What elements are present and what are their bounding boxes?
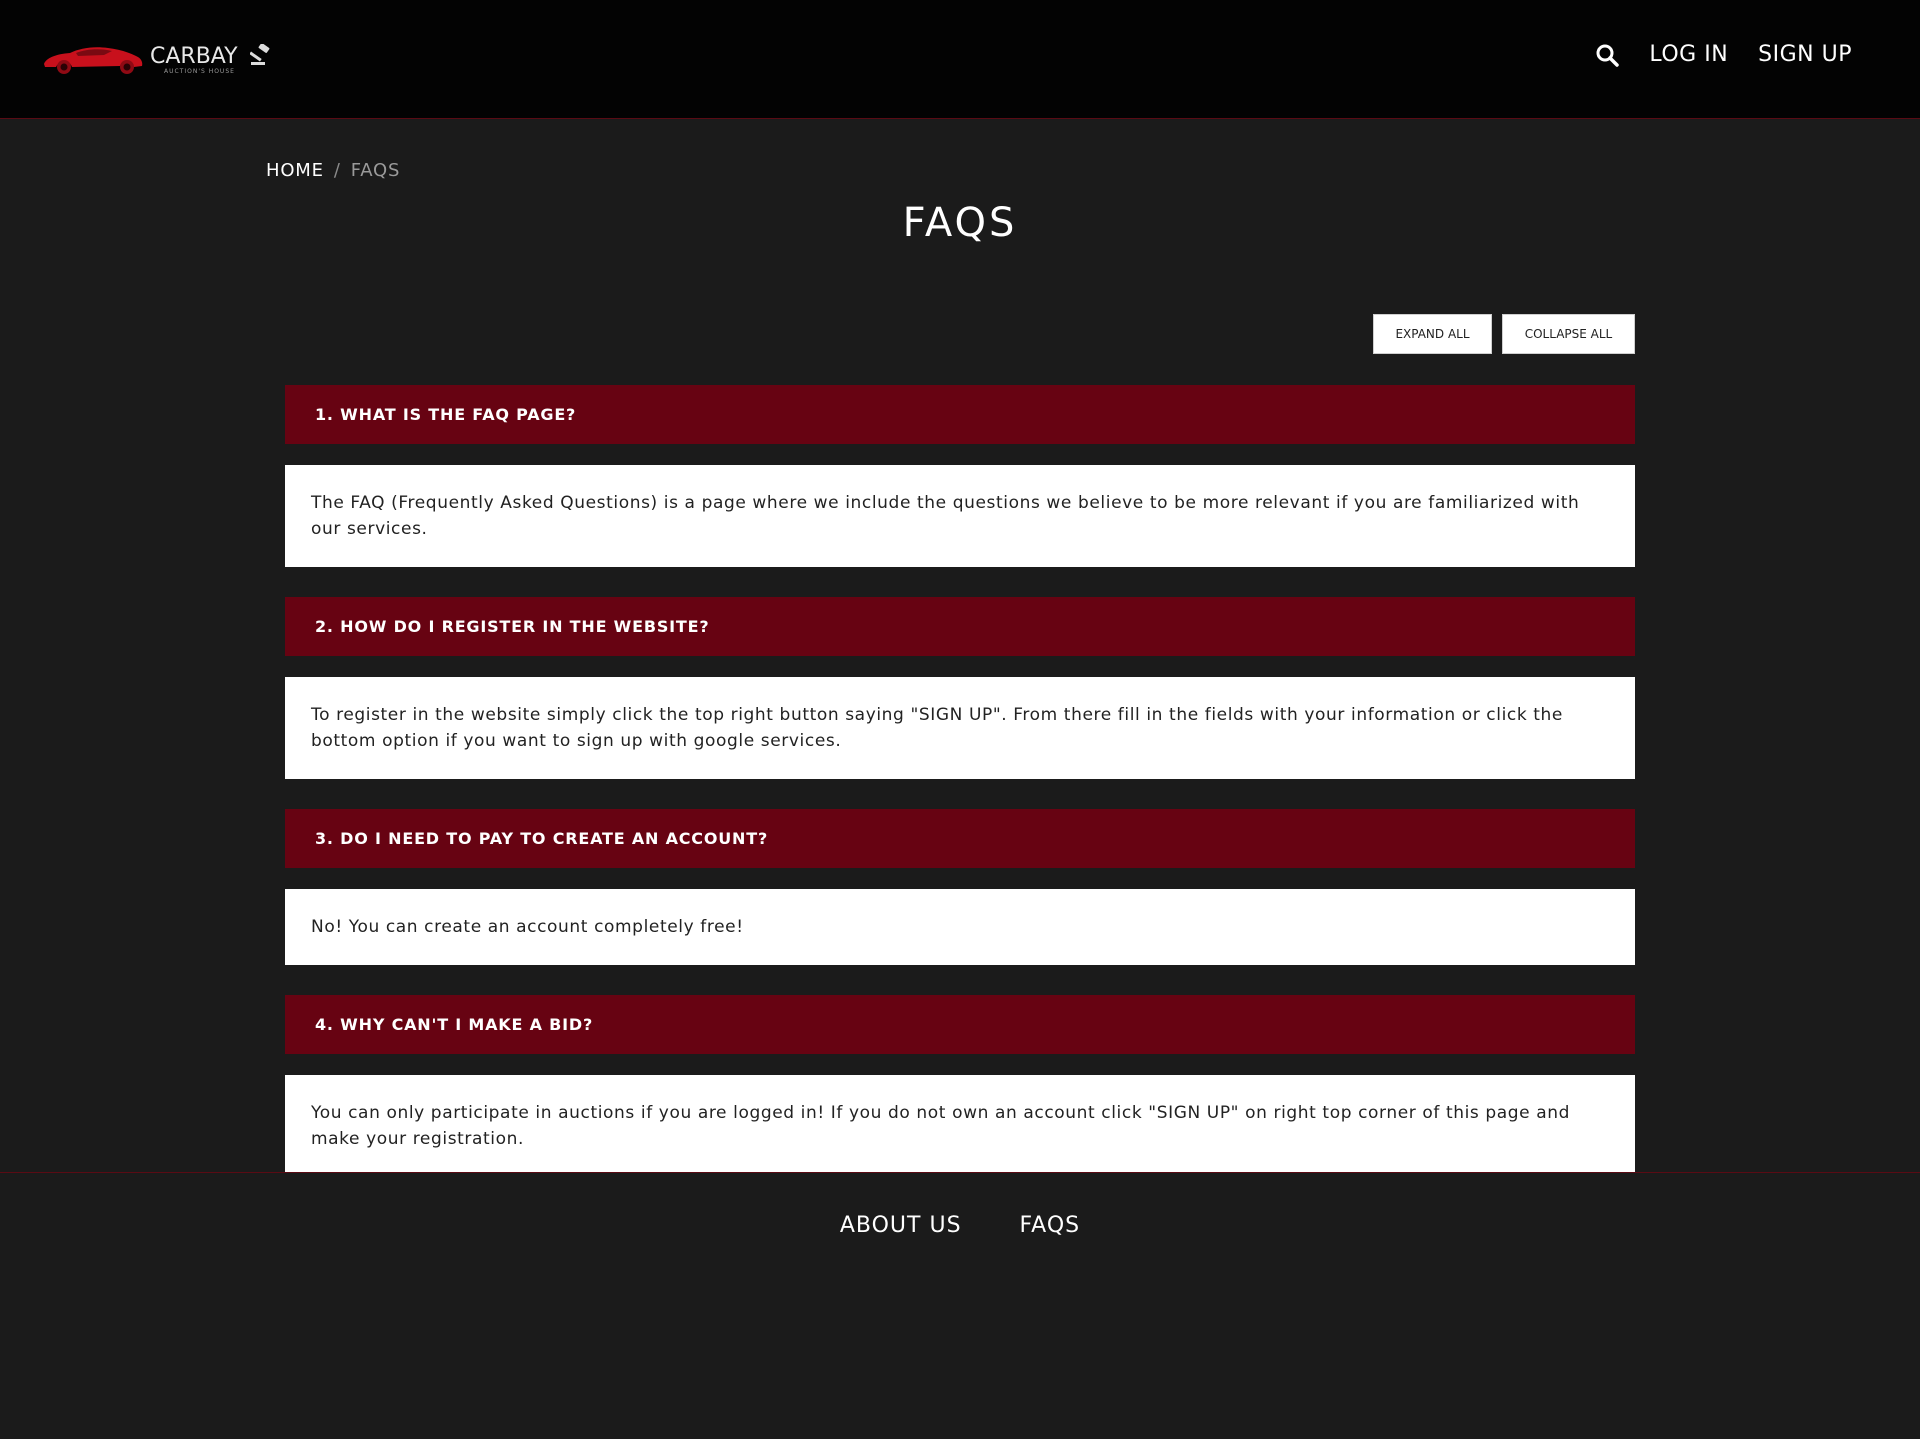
footer-faqs-link[interactable]: FAQS <box>1020 1213 1081 1238</box>
expand-all-button[interactable]: EXPAND ALL <box>1373 314 1492 354</box>
signup-link[interactable]: SIGN UP <box>1758 42 1852 67</box>
faq-answer-2: To register in the website simply click … <box>285 677 1635 779</box>
faq-answer-1: The FAQ (Frequently Asked Questions) is … <box>285 465 1635 567</box>
breadcrumb: HOME / FAQS <box>266 160 400 181</box>
header-nav: LOG IN SIGN UP <box>1595 42 1852 67</box>
breadcrumb-current: FAQS <box>350 160 401 181</box>
faq-answer-4: You can only participate in auctions if … <box>285 1075 1635 1172</box>
logo-subtext: AUCTION'S HOUSE <box>164 68 235 75</box>
faq-question-2[interactable]: 2. HOW DO I REGISTER IN THE WEBSITE? <box>285 597 1635 656</box>
faq-item: 4. WHY CAN'T I MAKE A BID? You can only … <box>285 995 1635 1172</box>
footer-links: ABOUT US FAQS <box>0 1213 1920 1238</box>
faq-question-4[interactable]: 4. WHY CAN'T I MAKE A BID? <box>285 995 1635 1054</box>
gavel-icon <box>250 44 270 65</box>
search-icon[interactable] <box>1595 43 1620 67</box>
footer-about-us-link[interactable]: ABOUT US <box>840 1213 962 1238</box>
breadcrumb-home-link[interactable]: HOME <box>266 160 324 181</box>
faq-list: 1. WHAT IS THE FAQ PAGE? The FAQ (Freque… <box>285 385 1635 1172</box>
breadcrumb-separator: / <box>333 160 341 181</box>
site-footer: ABOUT US FAQS <box>0 1172 1920 1439</box>
site-logo[interactable]: CARBAY AUCTION'S HOUSE <box>42 40 282 82</box>
site-header: CARBAY AUCTION'S HOUSE LOG IN SIGN UP <box>0 0 1920 119</box>
page-title: FAQS <box>902 200 1018 246</box>
faq-scroll-area: 1. WHAT IS THE FAQ PAGE? The FAQ (Freque… <box>0 385 1920 1172</box>
faq-question-1[interactable]: 1. WHAT IS THE FAQ PAGE? <box>285 385 1635 444</box>
faq-answer-3: No! You can create an account completely… <box>285 889 1635 965</box>
login-link[interactable]: LOG IN <box>1649 42 1728 67</box>
car-logo-icon <box>44 47 143 74</box>
logo-text: CARBAY <box>150 44 238 69</box>
faq-question-3[interactable]: 3. DO I NEED TO PAY TO CREATE AN ACCOUNT… <box>285 809 1635 868</box>
faq-item: 1. WHAT IS THE FAQ PAGE? The FAQ (Freque… <box>285 385 1635 567</box>
collapse-all-button[interactable]: COLLAPSE ALL <box>1502 314 1635 354</box>
faq-item: 2. HOW DO I REGISTER IN THE WEBSITE? To … <box>285 597 1635 779</box>
faq-item: 3. DO I NEED TO PAY TO CREATE AN ACCOUNT… <box>285 809 1635 965</box>
